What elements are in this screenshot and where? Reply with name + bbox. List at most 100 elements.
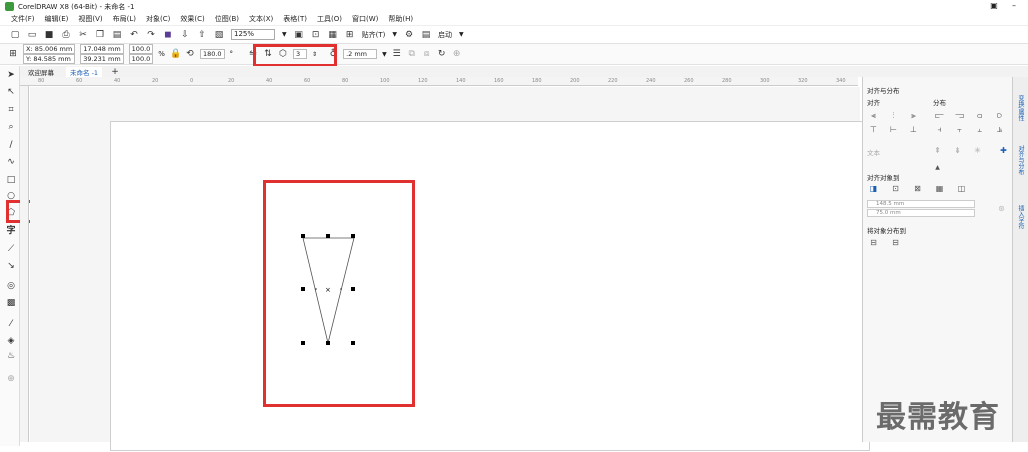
rulers-icon[interactable]: ⊡ (311, 30, 321, 40)
rotation-input[interactable]: 180.0 (199, 49, 225, 59)
distribute-center-icon[interactable]: ⫎ (955, 111, 964, 120)
distribute-vspacing-icon[interactable]: ⫠ (975, 125, 984, 134)
menu-edit[interactable]: 编辑(E) (45, 14, 69, 24)
options-gear-icon[interactable]: ⚙ (404, 30, 414, 40)
grid-icon[interactable]: ▦ (328, 30, 338, 40)
distribute-right-icon[interactable]: ⫐ (995, 111, 1004, 120)
align-to-active-icon[interactable]: ◨ (869, 184, 878, 193)
tab-insert-character[interactable]: 插入字符 (1016, 205, 1025, 229)
parallel-dimension-icon[interactable]: ⟋ (5, 243, 17, 255)
tab-document[interactable]: 未命名 -1 (66, 66, 103, 77)
align-left-icon[interactable]: ⫷ (869, 111, 878, 120)
x-position-input[interactable]: X: 85.006 mm (23, 44, 76, 54)
drop-shadow-icon[interactable]: ◎ (5, 280, 17, 292)
transparency-tool-icon[interactable]: ▩ (5, 297, 17, 309)
publish-pdf-icon[interactable]: ▧ (214, 30, 224, 40)
open-icon[interactable]: ▭ (27, 30, 37, 40)
save-icon[interactable]: ■ (44, 30, 54, 40)
scale-height-input[interactable]: 100.0 (128, 54, 154, 64)
align-to-page-edge-icon[interactable]: ⊡ (891, 184, 900, 193)
y-position-input[interactable]: Y: 84.585 mm (23, 54, 76, 64)
launch-icon[interactable]: ▤ (421, 30, 431, 40)
menu-object[interactable]: 对象(C) (146, 14, 170, 24)
restore-button[interactable]: ▣ (988, 1, 1000, 11)
distribute-top-icon[interactable]: ⫞ (935, 125, 944, 134)
zoom-level-input[interactable]: 125% (231, 29, 275, 40)
print-icon[interactable]: ⎙ (61, 30, 71, 40)
menu-help[interactable]: 帮助(H) (388, 14, 413, 24)
outline-width-input[interactable]: .2 mm (343, 49, 378, 59)
align-to-grid-icon[interactable]: ▦ (935, 184, 944, 193)
y-point-input[interactable]: 75.0 mm (867, 209, 975, 217)
menu-bitmaps[interactable]: 位图(B) (215, 14, 239, 24)
menu-file[interactable]: 文件(F) (11, 14, 35, 24)
horizontal-ruler[interactable]: 80 60 40 20 0 20 40 60 80 100 120 140 16… (20, 77, 858, 86)
color-eyedropper-icon[interactable]: ⁄ (5, 318, 17, 330)
menu-effects[interactable]: 效果(C) (180, 14, 204, 24)
menu-tools[interactable]: 工具(O) (317, 14, 342, 24)
expand-arrow-icon[interactable]: ▲ (933, 163, 942, 172)
tab-welcome[interactable]: 欢迎屏幕 (24, 67, 58, 77)
zoom-tool-icon[interactable]: ⌕ (5, 121, 17, 133)
crop-tool-icon[interactable]: ⌗ (5, 104, 17, 116)
to-front-icon[interactable]: ⧉ (407, 49, 417, 59)
smart-fill-icon[interactable]: ♨ (5, 350, 17, 362)
scale-width-input[interactable]: 100.0 (128, 44, 154, 54)
guidelines-icon[interactable]: ⊞ (345, 30, 355, 40)
snap-dropdown-icon[interactable]: ▼ (392, 31, 397, 38)
distribute-middle-icon[interactable]: ⫟ (955, 125, 964, 134)
interactive-fill-icon[interactable]: ◈ (5, 335, 17, 347)
drawing-canvas[interactable]: × (30, 87, 870, 451)
add-tab-icon[interactable]: + (110, 67, 120, 77)
menu-layout[interactable]: 布局(L) (113, 14, 136, 24)
menu-view[interactable]: 视图(V) (78, 14, 102, 24)
outline-width-dropdown-icon[interactable]: ▼ (382, 51, 387, 58)
width-input[interactable]: 17.048 mm (80, 44, 124, 54)
text-align-first-icon[interactable]: ⇞ (933, 146, 942, 155)
connector-tool-icon[interactable]: ↘ (5, 260, 17, 272)
full-screen-icon[interactable]: ▣ (294, 30, 304, 40)
align-to-point-icon[interactable]: ◫ (957, 184, 966, 193)
distribute-to-selection-icon[interactable]: ⊟ (869, 238, 878, 247)
text-align-last-icon[interactable]: ⇟ (953, 146, 962, 155)
align-top-icon[interactable]: ⊤ (869, 125, 878, 134)
object-origin-icon[interactable]: ⊞ (8, 49, 18, 59)
zoom-dropdown-icon[interactable]: ▼ (282, 31, 287, 38)
x-point-input[interactable]: 148.5 mm (867, 200, 975, 208)
artistic-media-icon[interactable]: ∿ (5, 156, 17, 168)
snap-to-dropdown[interactable]: 贴齐(T) (362, 30, 386, 40)
distribute-left-icon[interactable]: ⫍ (935, 111, 944, 120)
undo-icon[interactable]: ↶ (129, 30, 139, 40)
launch-dropdown[interactable]: 启动 (438, 30, 452, 40)
align-right-icon[interactable]: ⫸ (909, 111, 918, 120)
tab-transform-properties[interactable]: 变换/属性 (1016, 95, 1025, 121)
to-back-icon[interactable]: ⧈ (422, 49, 432, 59)
point-picker-icon[interactable]: ⊛ (997, 204, 1006, 213)
lock-ratio-icon[interactable]: 🔒 (170, 49, 181, 59)
distribute-to-page-icon[interactable]: ⊟ (891, 238, 900, 247)
align-center-v-icon[interactable]: ⊢ (889, 125, 898, 134)
wrap-text-icon[interactable]: ☰ (392, 49, 402, 59)
text-align-center-icon[interactable]: ✳ (973, 146, 982, 155)
pick-tool-icon[interactable]: ➤ (5, 69, 17, 81)
launch-dropdown-icon[interactable]: ▼ (459, 31, 464, 38)
distribute-spacing-icon[interactable]: ⫏ (975, 111, 984, 120)
new-document-icon[interactable]: ▢ (10, 30, 20, 40)
search-content-icon[interactable]: ◼ (163, 30, 173, 40)
convert-to-curves-icon[interactable]: ↻ (437, 49, 447, 59)
paste-icon[interactable]: ▤ (112, 30, 122, 40)
menu-text[interactable]: 文本(X) (249, 14, 273, 24)
text-baseline-icon[interactable]: ✚ (999, 146, 1008, 155)
align-to-page-center-icon[interactable]: ⊠ (913, 184, 922, 193)
align-center-h-icon[interactable]: ⫶ (889, 111, 898, 120)
export-icon[interactable]: ⇧ (197, 30, 207, 40)
copy-icon[interactable]: ❐ (95, 30, 105, 40)
quick-customize-icon[interactable]: ⊕ (452, 49, 462, 59)
text-tool-icon[interactable]: 字 (5, 225, 17, 237)
vertical-ruler[interactable] (20, 86, 29, 442)
quick-customize-tool-icon[interactable]: ⊕ (5, 373, 17, 385)
rectangle-tool-icon[interactable]: □ (5, 174, 17, 186)
align-bottom-icon[interactable]: ⊥ (909, 125, 918, 134)
height-input[interactable]: 39.231 mm (80, 54, 124, 64)
import-icon[interactable]: ⇩ (180, 30, 190, 40)
